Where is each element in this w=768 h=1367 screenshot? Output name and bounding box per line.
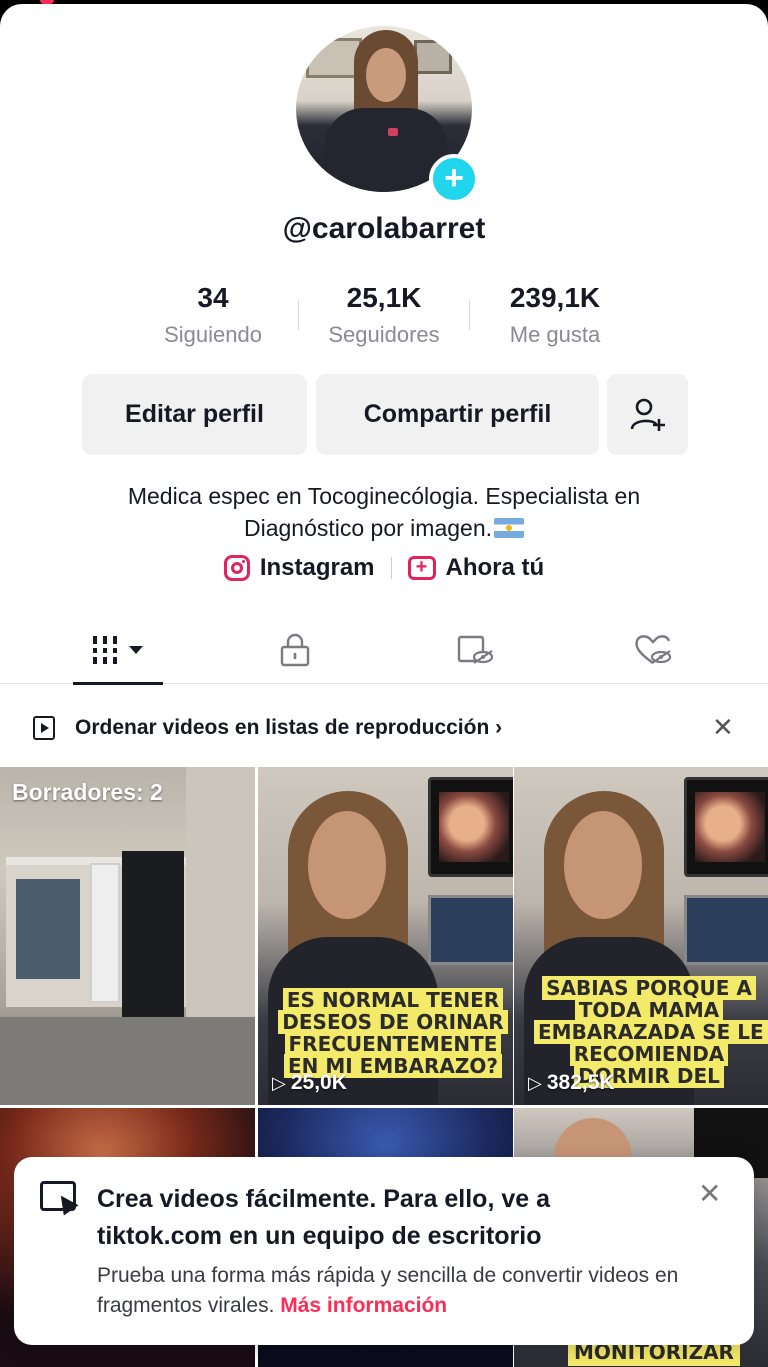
bio-line-2: Diagnóstico por imagen. — [40, 512, 728, 544]
stat-value: 239,1K — [509, 282, 601, 313]
banner-label: Ordenar videos en listas de reproducción — [75, 716, 490, 739]
wall-frame — [414, 40, 452, 74]
caption-text: ES NORMAL TENER DESEOS DE ORINAR FRECUEN… — [278, 988, 508, 1078]
tab-reposts[interactable] — [430, 616, 520, 684]
thumbnail-detail — [684, 895, 768, 965]
view-count: 25,0K — [272, 1071, 347, 1095]
thumbnail-detail — [90, 863, 120, 1003]
heart-icon — [635, 635, 672, 664]
username: @carolabarret — [282, 212, 486, 245]
toast-title: Crea videos fácilmente. Para ello, ve a … — [97, 1185, 551, 1250]
close-icon[interactable]: ✕ — [712, 712, 734, 743]
person-add-icon — [630, 398, 665, 431]
thumbnail-detail — [428, 895, 513, 965]
view-count: 382,5K — [528, 1071, 615, 1095]
desktop-promo-toast[interactable]: Crea videos fácilmente. Para ello, ve a … — [14, 1157, 754, 1345]
more-info-link[interactable]: Más información — [280, 1294, 447, 1317]
bio-text: Diagnóstico por imagen. — [243, 515, 493, 541]
avatar-detail — [388, 128, 398, 136]
playlist-icon — [33, 716, 55, 740]
tab-liked[interactable] — [608, 616, 698, 684]
playlist-banner[interactable]: Ordenar videos en listas de reproducción… — [0, 704, 768, 754]
stat-likes[interactable]: 239,1K Me gusta — [470, 282, 640, 358]
link-label: Instagram — [259, 554, 375, 581]
thumbnail-detail — [308, 811, 386, 919]
thumbnail-detail — [16, 879, 80, 979]
stat-label: Me gusta — [509, 322, 601, 347]
ahora-plus-icon: + — [407, 556, 436, 580]
playlist-banner-text: Ordenar videos en listas de reproducción… — [75, 716, 503, 739]
avatar-face — [366, 48, 406, 102]
cursor-screen-icon — [40, 1181, 76, 1211]
tab-videos[interactable] — [73, 616, 163, 685]
drafts-label: Borradores: 2 — [12, 779, 163, 805]
profile-tabs — [0, 616, 768, 685]
profile-stats: 34 Siguiendo 25,1K Seguidores 239,1K Me … — [128, 282, 640, 358]
lock-icon — [280, 633, 310, 667]
thumbnail-detail — [684, 777, 768, 877]
stat-followers[interactable]: 25,1K Seguidores — [299, 282, 469, 358]
divider — [390, 557, 392, 579]
stat-value: 25,1K — [346, 282, 422, 313]
stat-value: 34 — [197, 282, 229, 313]
plus-icon[interactable]: + — [429, 154, 479, 204]
instagram-icon — [223, 555, 250, 581]
thumbnail-detail — [564, 811, 642, 919]
toast-body: Prueba una forma más rápida y sencilla d… — [97, 1261, 717, 1321]
video-tile[interactable]: SABIAS PORQUE A TODA MAMA EMBARAZADA SE … — [514, 767, 768, 1105]
thumbnail-detail — [122, 851, 184, 1021]
stat-following[interactable]: 34 Siguiendo — [128, 282, 298, 358]
ahora-link[interactable]: + Ahora tú — [407, 554, 545, 582]
repost-icon — [457, 635, 494, 664]
drafts-tile[interactable]: Borradores: 2 — [0, 767, 255, 1105]
stat-label: Siguiendo — [164, 322, 262, 347]
edit-profile-button[interactable]: Editar perfil — [82, 374, 307, 455]
bio: Medica espec en Tocoginecólogia. Especia… — [40, 480, 728, 544]
profile-links: Instagram + Ahora tú — [0, 554, 768, 582]
close-icon[interactable]: ✕ — [698, 1177, 721, 1210]
chevron-down-icon — [129, 646, 143, 654]
grid-icon — [93, 636, 143, 664]
thumbnail-detail — [428, 777, 513, 877]
argentina-flag-icon — [494, 518, 525, 538]
thumbnail-detail — [0, 1017, 255, 1105]
stat-label: Seguidores — [328, 322, 440, 347]
instagram-link[interactable]: Instagram — [223, 554, 375, 582]
add-friend-button[interactable] — [607, 374, 688, 455]
link-label: Ahora tú — [445, 554, 545, 581]
share-profile-button[interactable]: Compartir perfil — [316, 374, 599, 455]
video-tile[interactable]: ES NORMAL TENER DESEOS DE ORINAR FRECUEN… — [258, 767, 513, 1105]
bio-line: Medica espec en Tocoginecólogia. Especia… — [127, 483, 641, 509]
video-caption: ES NORMAL TENER DESEOS DE ORINAR FRECUEN… — [278, 988, 508, 1078]
tab-private[interactable] — [250, 616, 340, 684]
